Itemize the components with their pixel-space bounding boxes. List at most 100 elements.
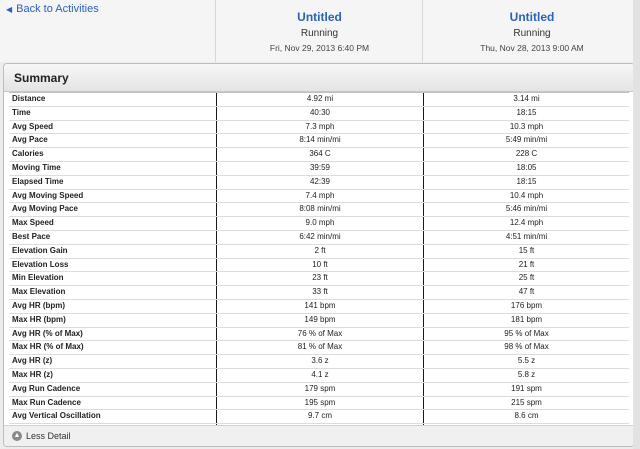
metric-value-activity-1: 141 bpm [216, 299, 423, 313]
metric-value-activity-2: 5.5 z [423, 355, 629, 368]
metric-value-activity-2: 181 bpm [423, 313, 629, 327]
metric-label: Max Run Cadence [12, 397, 81, 407]
activity-date-1: Fri, Nov 29, 2013 6:40 PM [269, 43, 370, 53]
metric-value-activity-1: 9.7 cm [216, 410, 423, 424]
metric-value-activity-1: 7.4 mph [216, 189, 423, 203]
table-row: Avg HR (% of Max) 76 % of Max 95 % of Max [9, 327, 629, 342]
metric-value-activity-2: 176 bpm [423, 299, 629, 313]
metric-label: Calories [12, 149, 44, 159]
scrollbar[interactable] [633, 0, 640, 449]
metric-value-activity-2: 21 ft [423, 258, 629, 272]
metric-value-activity-2: 12.4 mph [423, 217, 629, 230]
table-row: Avg Vertical Oscillation 9.7 cm 8.6 cm [9, 410, 629, 425]
metric-value-activity-1: 2 ft [216, 244, 423, 258]
activity-date-2: Thu, Nov 28, 2013 9:00 AM [480, 43, 584, 53]
table-row: Calories 364 C 228 C [9, 148, 629, 162]
less-detail-button[interactable]: ▲ Less Detail [4, 425, 634, 446]
metric-value-activity-2: 18:15 [423, 175, 629, 189]
metric-value-activity-2: 4:51 min/mi [423, 230, 629, 244]
metric-value-activity-1: 9.0 mph [216, 217, 423, 230]
metric-value-activity-2: 5:46 min/mi [423, 203, 629, 217]
metric-value-activity-1: 149 bpm [216, 313, 423, 327]
metric-value-activity-1: 4.92 mi [216, 93, 423, 106]
metric-label: Max HR (z) [12, 369, 53, 379]
metric-value-activity-2: 191 spm [423, 382, 629, 396]
metric-value-activity-1: 179 spm [216, 382, 423, 396]
metric-value-activity-2: 47 ft [423, 286, 629, 299]
metric-value-activity-2: 10.3 mph [423, 120, 629, 134]
chevron-left-icon: ◀ [6, 4, 13, 14]
metric-value-activity-1: 23 ft [216, 272, 423, 286]
table-row: Avg Moving Pace 8:08 min/mi 5:46 min/mi [9, 203, 629, 218]
metric-label: Avg Moving Speed [12, 190, 84, 200]
metric-value-activity-1: 8:08 min/mi [216, 203, 423, 217]
summary-table: Distance 4.92 mi 3.14 mi Time 40:30 18:15 Avg … [9, 92, 629, 446]
table-row: Avg Speed 7.3 mph 10.3 mph [9, 120, 629, 135]
metric-value-activity-2: 5.8 z [423, 368, 629, 382]
metric-label: Max Speed [12, 218, 54, 228]
metric-value-activity-2: 10.4 mph [423, 189, 629, 203]
metric-value-activity-1: 4.1 z [216, 368, 423, 382]
metric-label: Avg Moving Pace [12, 204, 78, 214]
table-row: Avg Run Cadence 179 spm 191 spm [9, 382, 629, 397]
metric-value-activity-1: 42:39 [216, 175, 423, 189]
metric-value-activity-2: 5:49 min/mi [423, 134, 629, 148]
compare-header: ◀ Back to Activities Untitled Running Fr… [0, 0, 640, 62]
table-row: Max HR (z) 4.1 z 5.8 z [9, 368, 629, 383]
metric-label: Max Elevation [12, 287, 66, 297]
summary-panel: Summary Distance 4.92 mi 3.14 mi Time 40:30 1… [3, 63, 635, 447]
back-to-activities-link[interactable]: ◀ Back to Activities [6, 3, 99, 15]
metric-value-activity-1: 81 % of Max [216, 341, 423, 355]
metric-label: Avg HR (bpm) [12, 300, 66, 310]
metric-label: Avg Pace [12, 135, 48, 145]
table-row: Best Pace 6:42 min/mi 4:51 min/mi [9, 230, 629, 245]
metric-label: Best Pace [12, 231, 51, 241]
metric-value-activity-1: 195 spm [216, 396, 423, 410]
metric-value-activity-2: 15 ft [423, 244, 629, 258]
metric-value-activity-1: 39:59 [216, 161, 423, 175]
metric-value-activity-1: 40:30 [216, 106, 423, 120]
metric-label: Elevation Loss [12, 259, 69, 269]
metric-value-activity-1: 10 ft [216, 258, 423, 272]
metric-value-activity-2: 215 spm [423, 396, 629, 410]
table-row: Avg HR (bpm) 141 bpm 176 bpm [9, 299, 629, 314]
metric-value-activity-1: 3.6 z [216, 355, 423, 368]
metric-label: Moving Time [12, 162, 61, 172]
metric-label: Elevation Gain [12, 245, 68, 255]
table-row: Avg HR (z) 3.6 z 5.5 z [9, 355, 629, 369]
table-row: Avg Moving Speed 7.4 mph 10.4 mph [9, 189, 629, 204]
metric-value-activity-2: 25 ft [423, 272, 629, 286]
table-row: Elevation Gain 2 ft 15 ft [9, 244, 629, 259]
metric-value-activity-2: 18:15 [423, 106, 629, 120]
metric-value-activity-1: 7.3 mph [216, 120, 423, 134]
activity-title-1[interactable]: Untitled [216, 10, 423, 24]
metric-label: Avg HR (z) [12, 356, 53, 366]
table-row: Moving Time 39:59 18:05 [9, 161, 629, 176]
metric-label: Time [12, 107, 31, 117]
metric-label: Avg Vertical Oscillation [12, 411, 101, 421]
metric-label: Avg HR (% of Max) [12, 328, 83, 338]
activity-header-1: Untitled Running Fri, Nov 29, 2013 6:40 … [215, 0, 423, 62]
table-row: Elevation Loss 10 ft 21 ft [9, 258, 629, 273]
metric-label: Min Elevation [12, 273, 64, 283]
table-row: Max Elevation 33 ft 47 ft [9, 286, 629, 300]
metric-value-activity-2: 3.14 mi [423, 93, 629, 106]
metric-value-activity-2: 95 % of Max [423, 327, 629, 341]
table-row: Max Speed 9.0 mph 12.4 mph [9, 217, 629, 231]
activity-header-2: Untitled Running Thu, Nov 28, 2013 9:00 … [422, 0, 640, 62]
table-row: Max HR (% of Max) 81 % of Max 98 % of Max [9, 341, 629, 356]
metric-label: Avg Run Cadence [12, 383, 81, 393]
metric-value-activity-2: 18:05 [423, 161, 629, 175]
table-row: Time 40:30 18:15 [9, 106, 629, 121]
metric-value-activity-1: 8:14 min/mi [216, 134, 423, 148]
metric-label: Avg Speed [12, 121, 54, 131]
summary-title: Summary [4, 64, 634, 92]
activity-title-2[interactable]: Untitled [423, 10, 640, 24]
metric-label: Max HR (% of Max) [12, 342, 84, 352]
less-detail-label: Less Detail [26, 431, 71, 441]
table-row: Distance 4.92 mi 3.14 mi [9, 92, 629, 107]
metric-value-activity-2: 98 % of Max [423, 341, 629, 355]
activity-sport-1: Running [300, 28, 339, 39]
table-row: Elapsed Time 42:39 18:15 [9, 175, 629, 190]
metric-value-activity-2: 228 C [423, 148, 629, 161]
